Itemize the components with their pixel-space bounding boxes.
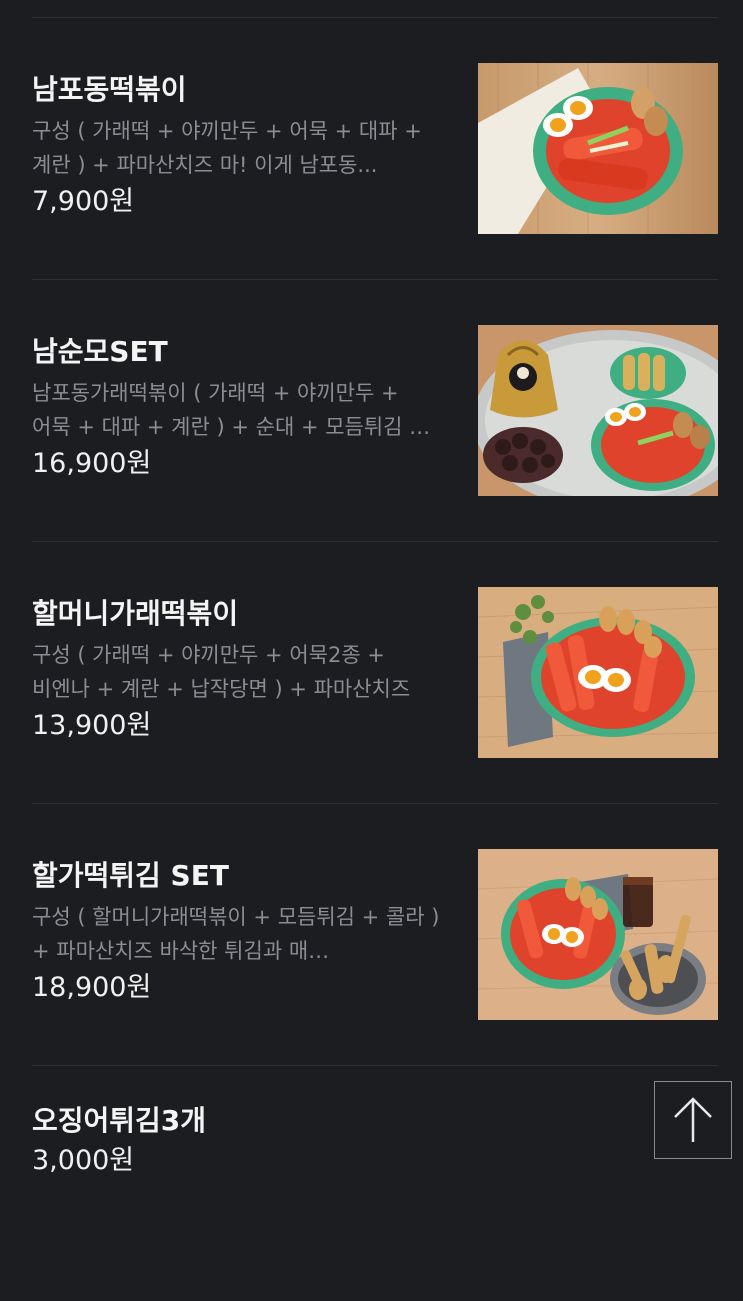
menu-item[interactable]: 할가떡튀김 SET 구성 ( 할머니가래떡볶이 + 모듬튀김 + 콜라 ) + … (32, 849, 718, 1049)
divider (32, 541, 718, 542)
divider (32, 279, 718, 280)
divider (32, 803, 718, 804)
menu-item-price: 18,900원 (32, 972, 152, 1003)
arrow-up-icon (674, 1097, 712, 1142)
menu-item-text: 할가떡튀김 SET 구성 ( 할머니가래떡볶이 + 모듬튀김 + 콜라 ) + … (32, 858, 442, 1006)
menu-item-price: 16,900원 (32, 448, 152, 479)
menu-item-name: 할머니가래떡볶이 (32, 597, 239, 630)
menu-item-price: 13,900원 (32, 710, 152, 741)
menu-item-price: 3,000원 (32, 1145, 135, 1176)
menu-item-text: 남순모SET 남포동가래떡볶이 ( 가래떡 + 야끼만두 + 어묵 + 대파 +… (32, 334, 442, 482)
tteokbokki-photo[interactable] (478, 63, 718, 234)
tteokbokki-photo[interactable] (478, 587, 718, 758)
menu-item[interactable]: 남순모SET 남포동가래떡볶이 ( 가래떡 + 야끼만두 + 어묵 + 대파 +… (32, 325, 718, 525)
menu-item-description: 구성 ( 가래떡 + 야끼만두 + 어묵 + 대파 + 계란 ) + 파마산치즈… (32, 119, 422, 177)
menu-item-price: 7,900원 (32, 186, 135, 217)
tteokbokki-fries-photo[interactable] (478, 849, 718, 1020)
menu-item-text: 할머니가래떡볶이 구성 ( 가래떡 + 야끼만두 + 어묵2종 + 비엔나 + … (32, 596, 442, 744)
menu-item-text: 남포동떡볶이 구성 ( 가래떡 + 야끼만두 + 어묵 + 대파 + 계란 ) … (32, 72, 442, 220)
scroll-to-top-button[interactable] (654, 1081, 732, 1159)
menu-item-name: 오징어튀김3개 (32, 1104, 207, 1137)
menu-item[interactable]: 남포동떡볶이 구성 ( 가래떡 + 야끼만두 + 어묵 + 대파 + 계란 ) … (32, 63, 718, 263)
menu-item-text: 오징어튀김3개 3,000원 (32, 1103, 442, 1179)
menu-item-description: 구성 ( 가래떡 + 야끼만두 + 어묵2종 + 비엔나 + 계란 + 납작당면… (32, 643, 411, 701)
set-meal-photo[interactable] (478, 325, 718, 496)
menu-item[interactable]: 할머니가래떡볶이 구성 ( 가래떡 + 야끼만두 + 어묵2종 + 비엔나 + … (32, 587, 718, 787)
divider (32, 17, 718, 18)
menu-item-description: 남포동가래떡볶이 ( 가래떡 + 야끼만두 + 어묵 + 대파 + 계란 ) +… (32, 381, 427, 439)
menu-item-name: 남순모SET (32, 335, 168, 368)
divider (32, 1065, 718, 1066)
menu-item-name: 남포동떡볶이 (32, 73, 187, 106)
menu-item-name: 할가떡튀김 SET (32, 859, 229, 892)
menu-item-description: 구성 ( 할머니가래떡볶이 + 모듬튀김 + 콜라 ) + 파마산치즈 바삭한 … (32, 905, 440, 963)
menu-item[interactable]: 오징어튀김3개 3,000원 (32, 1101, 718, 1301)
